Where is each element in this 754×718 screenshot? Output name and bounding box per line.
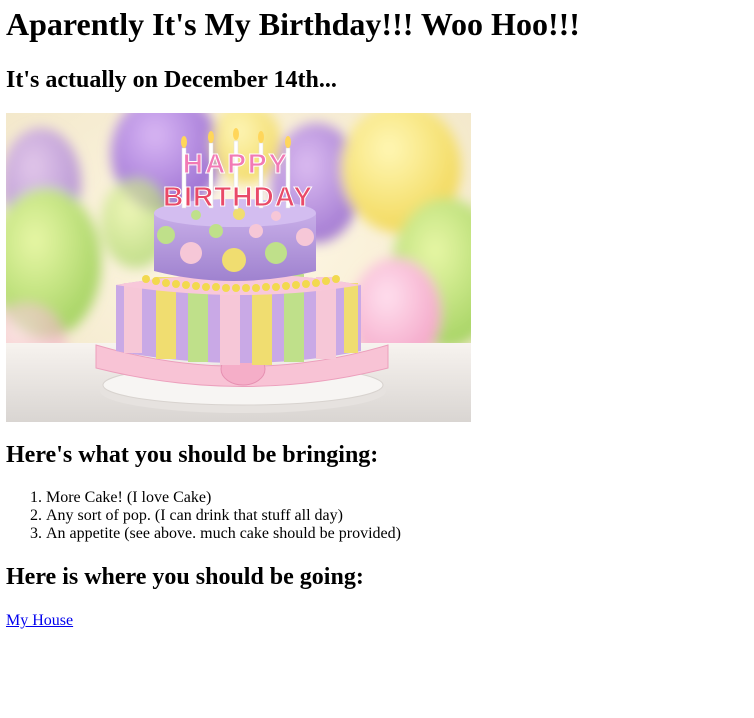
cake-sign-happy: HAPPY	[183, 148, 289, 179]
bring-list-item: An appetite (see above. much cake should…	[46, 525, 748, 543]
location-paragraph: My House	[6, 612, 748, 630]
bring-heading: Here's what you should be bringing:	[6, 442, 379, 468]
bring-list: More Cake! (I love Cake) Any sort of pop…	[6, 489, 748, 543]
birthday-cake-image: HAPPY BIRTHDAY	[6, 113, 471, 422]
page-content: Aparently It's My Birthday!!! Woo Hoo!!!…	[0, 6, 754, 630]
going-heading: Here is where you should be going:	[6, 564, 364, 590]
bring-list-item: Any sort of pop. (I can drink that stuff…	[46, 507, 748, 525]
bring-list-item: More Cake! (I love Cake)	[46, 489, 748, 507]
location-link[interactable]: My House	[6, 612, 73, 629]
cake-sign-birthday: BIRTHDAY	[163, 181, 313, 212]
page-title: Aparently It's My Birthday!!! Woo Hoo!!!	[6, 6, 580, 42]
date-subtitle: It's actually on December 14th...	[6, 67, 337, 93]
